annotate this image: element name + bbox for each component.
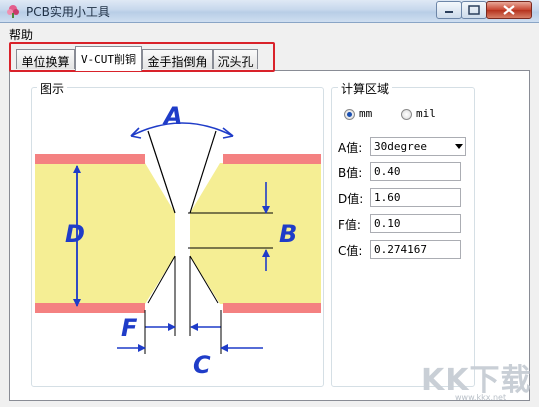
- menu-help[interactable]: 帮助: [9, 26, 33, 43]
- tab-highlight-box: [9, 42, 275, 72]
- close-button[interactable]: [486, 1, 532, 19]
- app-icon: [7, 5, 19, 18]
- minimize-icon: [445, 11, 453, 13]
- dropdown-arrow-icon[interactable]: [455, 144, 463, 149]
- c-value-label: C值:: [338, 244, 363, 258]
- unit-mm-label[interactable]: mm: [359, 107, 372, 120]
- d-value-label: D值:: [338, 192, 364, 206]
- copper-top-right: [223, 154, 321, 164]
- c-value-output[interactable]: 0.274167: [370, 240, 461, 259]
- calc-group: [331, 87, 475, 387]
- b-value-label: B值:: [338, 166, 363, 180]
- diagram-group-title: 图示: [37, 80, 68, 97]
- b-value-input[interactable]: 0.40: [370, 162, 461, 181]
- label-f: F: [121, 314, 138, 342]
- label-a: A: [162, 102, 183, 130]
- unit-mil-label[interactable]: mil: [416, 107, 436, 120]
- a-value-label: A值:: [338, 141, 363, 155]
- label-c: C: [193, 351, 211, 379]
- copper-bottom-left: [35, 303, 145, 313]
- menu-bar: [0, 23, 539, 42]
- copper-top-left: [35, 154, 145, 164]
- label-b: B: [279, 220, 297, 248]
- label-d: D: [65, 220, 85, 248]
- tab-vcut[interactable]: V-CUT削铜: [75, 46, 142, 71]
- a-value-select[interactable]: 30degree: [370, 137, 466, 156]
- board-shape-right: [190, 163, 321, 304]
- close-icon: [503, 5, 515, 15]
- f-value-label: F值:: [338, 218, 361, 232]
- copper-bottom-right: [223, 303, 321, 313]
- unit-mm-radio[interactable]: [344, 109, 355, 120]
- calc-group-title: 计算区域: [338, 80, 393, 97]
- watermark-url: www.kkx.net: [455, 393, 507, 402]
- minimize-button[interactable]: [436, 1, 462, 19]
- maximize-button[interactable]: [461, 1, 487, 19]
- f-value-input[interactable]: 0.10: [370, 214, 461, 233]
- vcut-diagram: A D B F C: [35, 102, 321, 379]
- board-shape: [35, 163, 175, 304]
- maximize-icon: [468, 5, 480, 15]
- d-value-input[interactable]: 1.60: [370, 188, 461, 207]
- unit-mil-radio[interactable]: [401, 109, 412, 120]
- window-title: PCB实用小工具: [26, 5, 110, 19]
